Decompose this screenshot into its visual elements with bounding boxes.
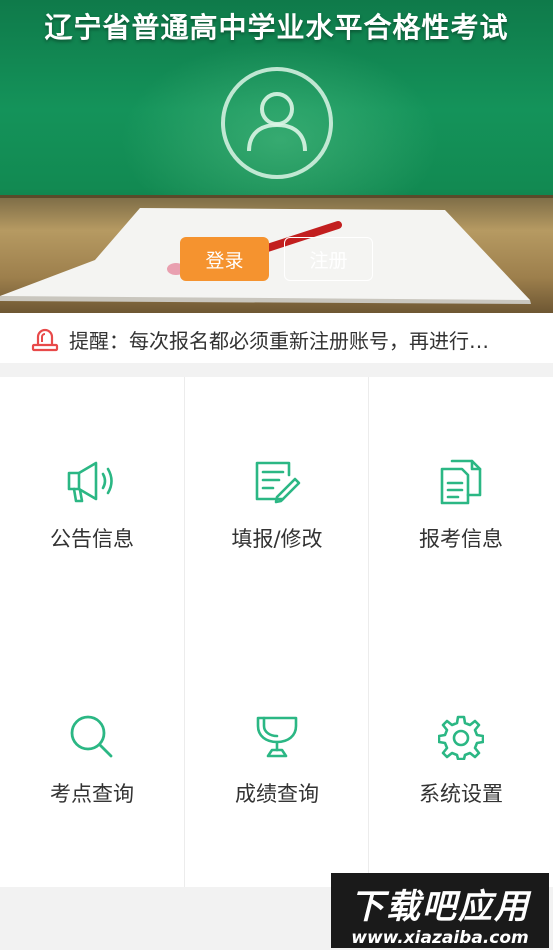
user-icon <box>247 92 307 152</box>
menu-label: 成绩查询 <box>235 782 319 806</box>
notice-text: 提醒：每次报名都必须重新注册账号，再进行… <box>69 329 489 353</box>
documents-icon <box>440 459 482 505</box>
watermark-logo: 下载吧应用 www.xiazaiba.com <box>331 873 549 948</box>
edit-form-icon <box>255 461 301 504</box>
menu-label: 系统设置 <box>419 782 503 806</box>
menu-item-settings[interactable]: 系统设置 <box>369 632 553 887</box>
notice-bar[interactable]: 提醒：每次报名都必须重新注册账号，再进行… <box>0 313 553 363</box>
menu-grid: 公告信息 填报/修改 报考信息 考点查询 成绩查询 系统设置 <box>0 377 553 887</box>
menu-item-fill-edit[interactable]: 填报/修改 <box>185 377 369 632</box>
login-button[interactable]: 登录 <box>180 237 269 281</box>
gear-icon <box>438 715 484 760</box>
menu-label: 报考信息 <box>419 527 503 551</box>
megaphone-icon <box>67 461 113 503</box>
menu-item-announcements[interactable]: 公告信息 <box>0 377 184 632</box>
menu-label: 考点查询 <box>50 782 134 806</box>
page-title: 辽宁省普通高中学业水平合格性考试 <box>44 11 509 44</box>
menu-item-exam-site[interactable]: 考点查询 <box>0 632 184 887</box>
alarm-icon <box>31 328 59 352</box>
menu-item-score[interactable]: 成绩查询 <box>185 632 369 887</box>
watermark-title: 下载吧应用 <box>350 887 530 927</box>
hero-banner: 辽宁省普通高中学业水平合格性考试 登录 注册 <box>0 0 553 313</box>
menu-label: 填报/修改 <box>231 527 323 551</box>
menu-label: 公告信息 <box>50 527 134 551</box>
avatar <box>221 67 333 179</box>
register-button[interactable]: 注册 <box>284 237 373 281</box>
search-icon <box>70 715 113 758</box>
watermark-url: www.xiazaiba.com <box>351 928 529 948</box>
trophy-icon <box>256 716 298 758</box>
menu-item-exam-info[interactable]: 报考信息 <box>369 377 553 632</box>
